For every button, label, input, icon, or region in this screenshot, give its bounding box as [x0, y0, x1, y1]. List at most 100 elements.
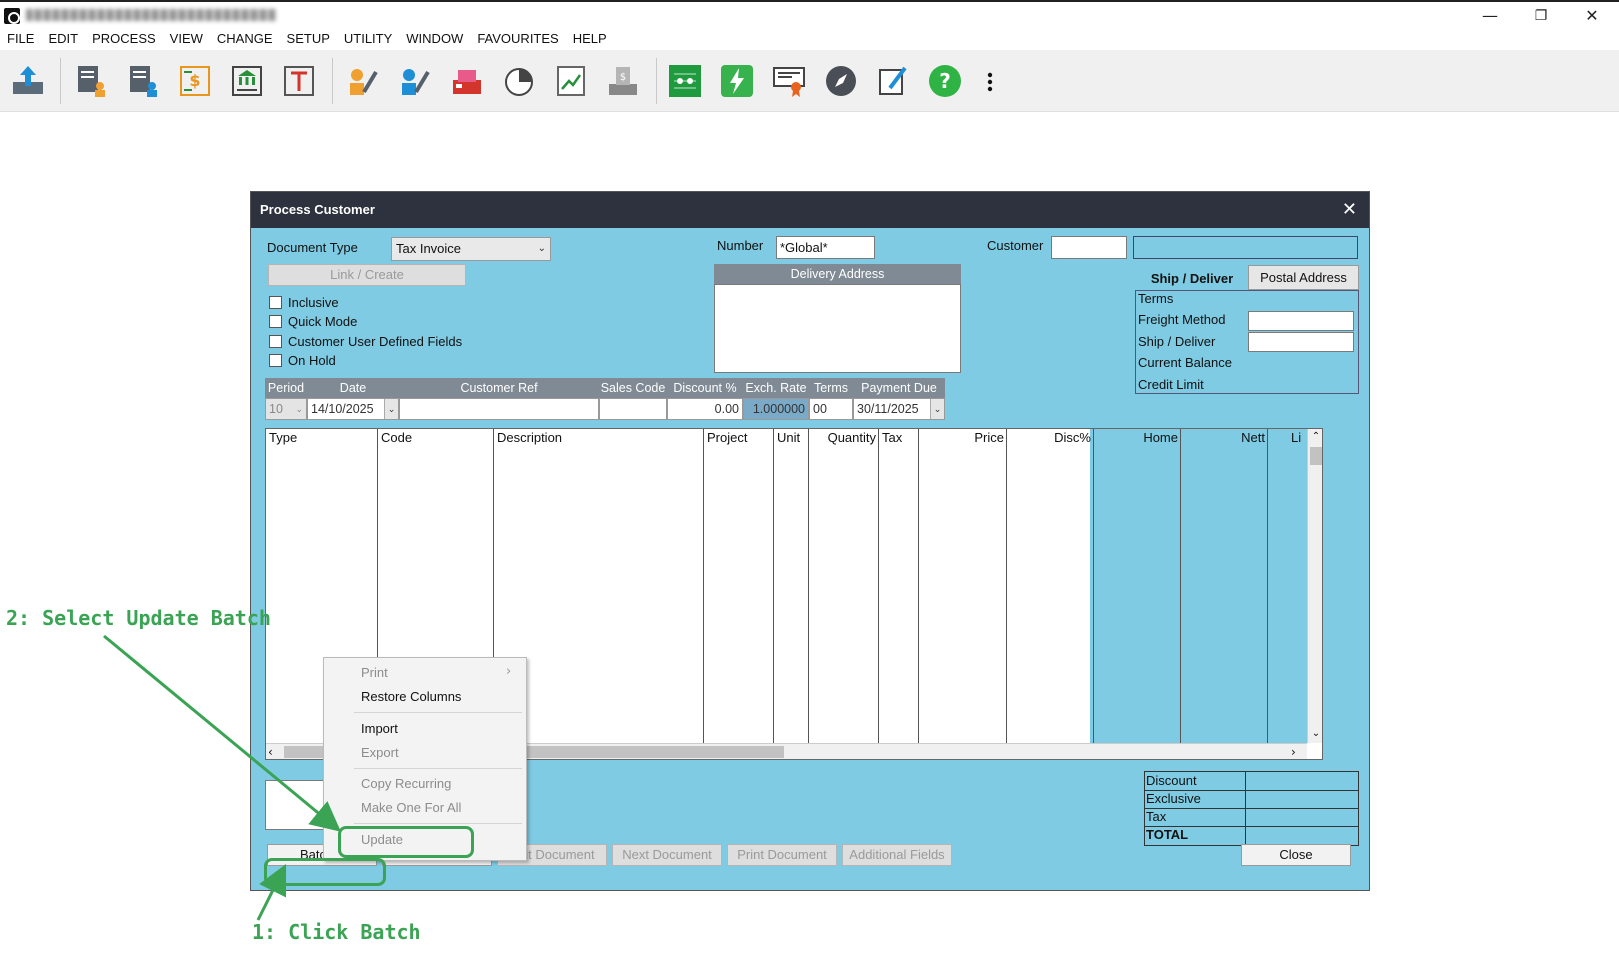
date-input[interactable]: 14/10/2025 ⌄ — [307, 398, 399, 420]
sales-code-input[interactable] — [599, 398, 667, 420]
close-window-button[interactable]: ✕ — [1569, 4, 1615, 28]
toolbar-separator — [332, 58, 333, 104]
document-type-select[interactable]: Tax Invoice ⌄ — [391, 237, 551, 261]
more-icon[interactable] — [984, 62, 996, 100]
chevron-right-icon: › — [506, 664, 512, 679]
menu-edit[interactable]: EDIT — [41, 28, 85, 50]
document-person-icon[interactable] — [124, 62, 162, 100]
upload-icon[interactable] — [9, 62, 47, 100]
disc-header[interactable]: Disc% — [1007, 429, 1094, 447]
terms-input[interactable]: 00 — [809, 398, 853, 420]
customer-input[interactable] — [1051, 236, 1127, 259]
scroll-left-icon[interactable]: ‹ — [268, 744, 282, 759]
menu-help[interactable]: HELP — [566, 28, 614, 50]
on-hold-checkbox[interactable] — [269, 354, 282, 367]
discount-total-label: Discount — [1146, 773, 1197, 788]
exchange-money-icon[interactable]: $ — [176, 62, 214, 100]
customer-udf-checkbox[interactable] — [269, 335, 282, 348]
menu-view[interactable]: VIEW — [163, 28, 210, 50]
scroll-thumb[interactable] — [1310, 447, 1322, 465]
menu-item-import[interactable]: Import — [361, 721, 398, 736]
menu-item-print[interactable]: Print — [361, 665, 388, 680]
tax-header[interactable]: Tax — [879, 429, 919, 447]
payment-due-value: 30/11/2025 — [857, 402, 919, 416]
menu-change[interactable]: CHANGE — [210, 28, 280, 50]
edit-icon[interactable] — [874, 62, 912, 100]
number-label: Number — [717, 238, 764, 253]
quantity-header[interactable]: Quantity — [809, 429, 879, 447]
pie-chart-icon[interactable] — [500, 62, 538, 100]
customer-ref-input[interactable] — [399, 398, 599, 420]
close-icon[interactable]: ✕ — [1342, 192, 1357, 228]
app-title-redacted — [26, 9, 276, 21]
menu-utility[interactable]: UTILITY — [337, 28, 399, 50]
app-icon — [4, 8, 20, 24]
date-value: 14/10/2025 — [311, 402, 374, 416]
li-header[interactable]: Li — [1288, 429, 1308, 447]
number-input[interactable]: *Global* — [776, 236, 875, 259]
additional-fields-button[interactable]: Additional Fields — [842, 844, 952, 866]
on-hold-label: On Hold — [288, 353, 336, 368]
chevron-down-icon[interactable]: ⌄ — [930, 399, 944, 419]
cards-icon[interactable] — [448, 62, 486, 100]
close-button[interactable]: Close — [1241, 844, 1351, 866]
link-create-button[interactable]: Link / Create — [268, 264, 466, 286]
ship-deliver-input[interactable] — [1248, 332, 1354, 352]
delivery-address-field[interactable] — [714, 284, 961, 373]
home-header[interactable]: Home — [1094, 429, 1181, 447]
minimize-button[interactable]: — — [1467, 4, 1513, 28]
lightning-icon[interactable] — [718, 62, 756, 100]
menu-window[interactable]: WINDOW — [399, 28, 470, 50]
quick-mode-checkbox[interactable] — [269, 315, 282, 328]
tab-postal-address[interactable]: Postal Address — [1248, 265, 1359, 290]
payment-due-input[interactable]: 30/11/2025 ⌄ — [853, 398, 945, 420]
discount-input[interactable]: 0.00 — [667, 398, 743, 420]
price-header[interactable]: Price — [919, 429, 1007, 447]
tab-ship-deliver[interactable]: Ship / Deliver — [1137, 265, 1247, 290]
menu-item-copy-recurring[interactable]: Copy Recurring — [361, 776, 451, 791]
restore-button[interactable]: ❐ — [1518, 4, 1564, 28]
vertical-scrollbar[interactable]: ⌃ ⌄ — [1307, 429, 1322, 743]
pencil-user-icon[interactable] — [344, 62, 382, 100]
totals-row-line — [1145, 808, 1358, 809]
next-document-button[interactable]: Next Document — [612, 844, 722, 866]
scroll-up-icon[interactable]: ⌃ — [1308, 429, 1322, 445]
menu-item-make-one-for-all[interactable]: Make One For All — [361, 800, 461, 815]
pencil-user-blue-icon[interactable] — [396, 62, 434, 100]
scroll-right-icon[interactable]: › — [1291, 744, 1305, 759]
project-header[interactable]: Project — [704, 429, 774, 447]
text-icon[interactable] — [280, 62, 318, 100]
menu-item-restore-columns[interactable]: Restore Columns — [361, 689, 461, 704]
freight-method-input[interactable] — [1248, 311, 1354, 331]
compass-icon[interactable] — [822, 62, 860, 100]
print-document-button[interactable]: Print Document — [727, 844, 837, 866]
menu-setup[interactable]: SETUP — [280, 28, 337, 50]
menu-item-export[interactable]: Export — [361, 745, 399, 760]
toolbar: $ $ ? — [0, 50, 1619, 112]
period-select[interactable]: 10 ⌄ — [265, 398, 307, 420]
unit-header[interactable]: Unit — [774, 429, 809, 447]
step1-annotation: 1: Click Batch — [252, 920, 421, 944]
scroll-down-icon[interactable]: ⌄ — [1308, 726, 1322, 742]
certificate-icon[interactable] — [770, 62, 808, 100]
title-bar: — ❐ ✕ — [0, 0, 1619, 28]
nett-header[interactable]: Nett — [1181, 429, 1268, 447]
chevron-down-icon[interactable]: ⌄ — [384, 399, 398, 419]
code-header[interactable]: Code — [378, 429, 494, 447]
grid-col-disc — [1007, 429, 1094, 743]
description-header[interactable]: Description — [494, 429, 704, 447]
inclusive-checkbox[interactable] — [269, 296, 282, 309]
menu-process[interactable]: PROCESS — [85, 28, 163, 50]
type-header[interactable]: Type — [266, 429, 378, 447]
download-icon[interactable]: $ — [604, 62, 642, 100]
document-user-icon[interactable] — [72, 62, 110, 100]
spreadsheet-icon[interactable] — [666, 62, 704, 100]
customer-udf-label: Customer User Defined Fields — [288, 334, 463, 349]
exch-rate-input[interactable]: 1.000000 — [743, 398, 809, 420]
menu-separator — [354, 823, 522, 824]
growth-chart-icon[interactable] — [552, 62, 590, 100]
menu-favourites[interactable]: FAVOURITES — [470, 28, 565, 50]
menu-file[interactable]: FILE — [0, 28, 41, 50]
help-icon[interactable]: ? — [926, 62, 964, 100]
bank-icon[interactable] — [228, 62, 266, 100]
